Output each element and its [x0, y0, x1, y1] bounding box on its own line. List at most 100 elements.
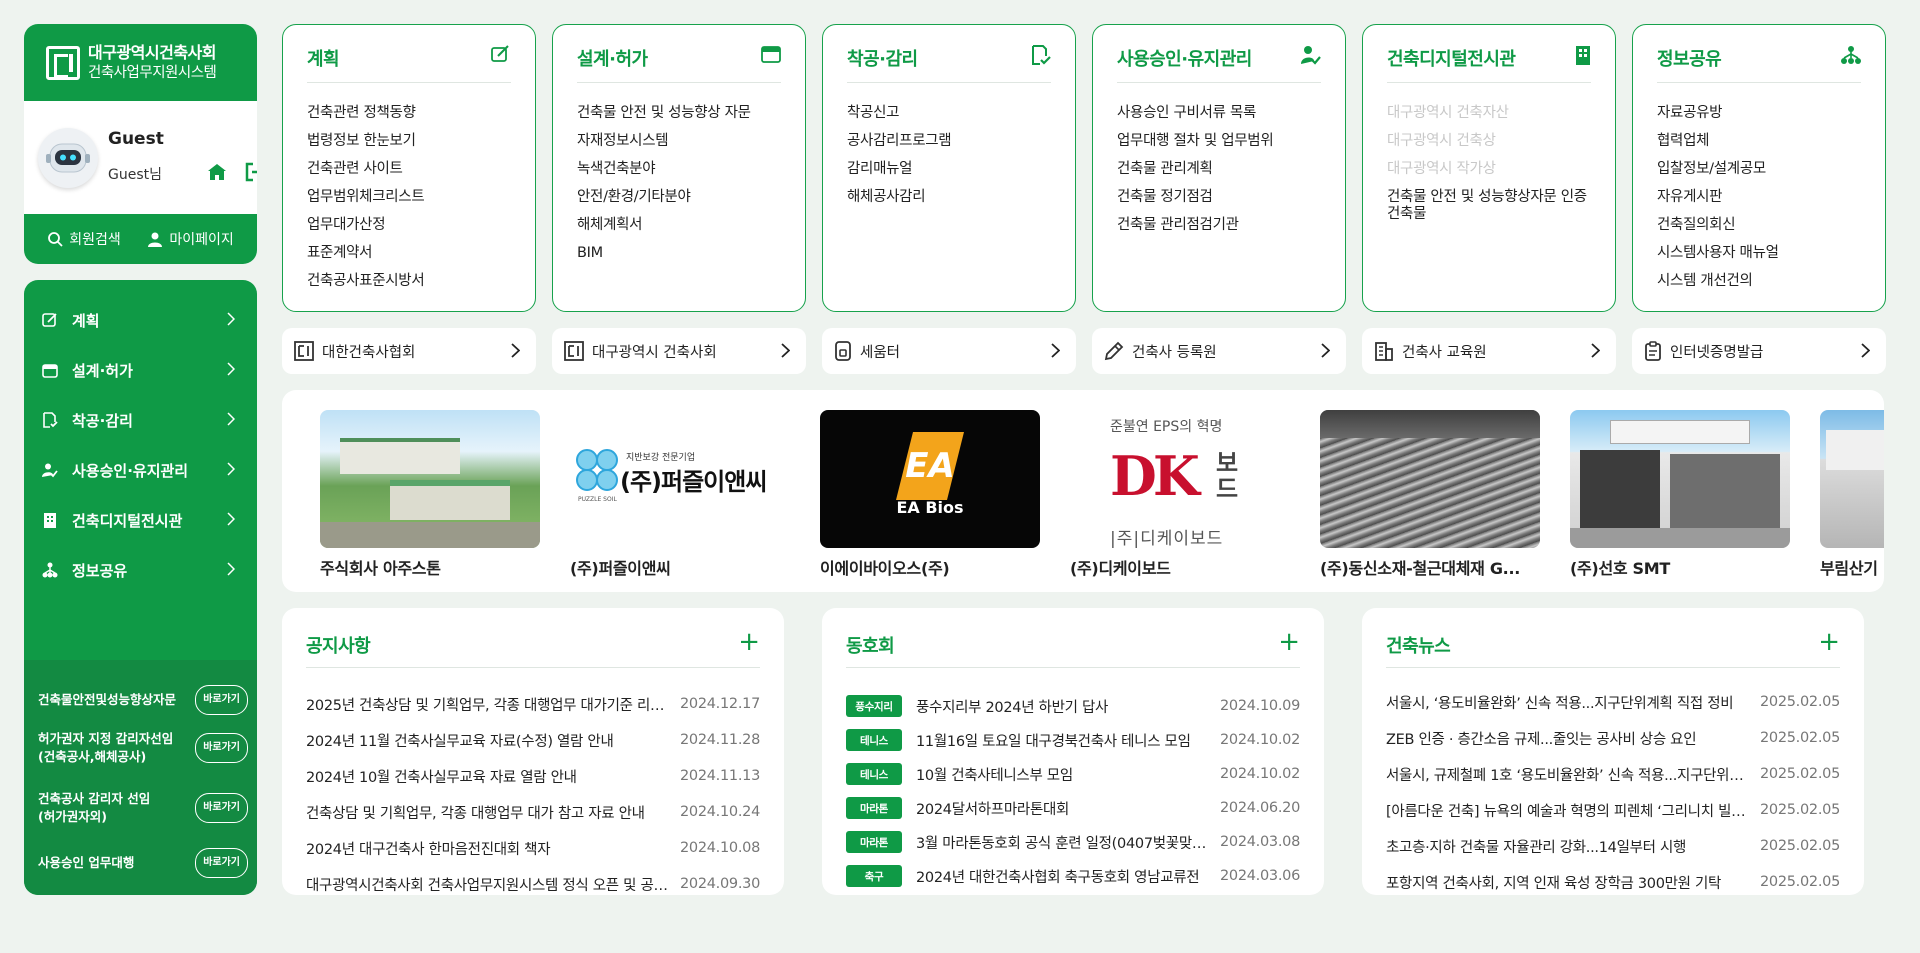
- sidebar-item-label: 설계·허가: [72, 361, 133, 380]
- menu-title[interactable]: 계획: [307, 45, 340, 71]
- quick-link-daegu-association[interactable]: 대구광역시 건축사회: [552, 328, 806, 374]
- list-item[interactable]: 2024년 10월 건축사실무교육 자료 열람 안내 2024.11.13: [306, 758, 760, 794]
- menu-link[interactable]: 사용승인 구비서류 목록: [1117, 99, 1335, 127]
- menu-link[interactable]: 건축물 관리점검기관: [1117, 211, 1335, 239]
- menu-title[interactable]: 정보공유: [1657, 45, 1722, 71]
- post-date: 2024.11.28: [679, 732, 760, 748]
- list-item[interactable]: ZEB 인증 · 층간소음 규제...줄잇는 공사비 상승 요인 2025.02.…: [1386, 720, 1840, 756]
- menu-link[interactable]: 안전/환경/기타분야: [577, 183, 795, 211]
- mypage-button[interactable]: 마이페이지: [147, 229, 234, 249]
- shortcut-construction-supervisor[interactable]: 건축공사 감리자 선임 (허가권자외) 바로가기: [38, 790, 248, 826]
- menu-link[interactable]: 건축물 정기점검: [1117, 183, 1335, 211]
- menu-link[interactable]: 건축공사표준시방서: [307, 267, 525, 295]
- menu-title[interactable]: 착공·감리: [847, 45, 918, 71]
- go-button[interactable]: 바로가기: [195, 733, 248, 763]
- go-button[interactable]: 바로가기: [195, 793, 248, 823]
- shortcut-designated-supervisor[interactable]: 허가권자 지정 감리자선임 (건축공사,해체공사) 바로가기: [38, 730, 248, 766]
- plus-icon[interactable]: +: [738, 629, 760, 667]
- partner-card[interactable]: (주)선호 SMT: [1570, 410, 1790, 579]
- quick-link-certificate[interactable]: 인터넷증명발급: [1632, 328, 1886, 374]
- plus-icon[interactable]: +: [1278, 629, 1300, 667]
- category-badge: 테니스: [846, 729, 902, 751]
- list-item[interactable]: 2024년 대구건축사 한마음전진대회 책자 2024.10.08: [306, 830, 760, 866]
- post-date: 2024.10.08: [679, 840, 760, 856]
- shortcut-safety-consult[interactable]: 건축물안전및성능향상자문 바로가기: [38, 685, 248, 715]
- menu-link[interactable]: 자유게시판: [1657, 183, 1875, 211]
- post-date: 2025.02.05: [1759, 694, 1840, 710]
- menu-link[interactable]: 건축질의회신: [1657, 211, 1875, 239]
- menu-title[interactable]: 설계·허가: [577, 45, 648, 71]
- logout-icon[interactable]: [244, 162, 257, 186]
- shortcut-approval-agency[interactable]: 사용승인 업무대행 바로가기: [38, 848, 248, 878]
- menu-link[interactable]: 업무범위체크리스트: [307, 183, 525, 211]
- list-item[interactable]: 축구 2024년 대한건축사협회 축구동호회 영남교류전 2024.03.06: [846, 858, 1300, 894]
- partner-card[interactable]: 부림산기: [1820, 410, 1884, 579]
- list-item[interactable]: 서울시, 규제철폐 1호 ‘용도비율완화’ 신속 적용...지구단위계획 정비 2…: [1386, 756, 1840, 792]
- go-button[interactable]: 바로가기: [195, 848, 248, 878]
- menu-link[interactable]: 해체계획서: [577, 211, 795, 239]
- menu-title[interactable]: 사용승인·유지관리: [1117, 45, 1252, 71]
- sidebar-item-info-share[interactable]: 정보공유: [24, 545, 257, 595]
- list-item[interactable]: 풍수지리 풍수지리부 2024년 하반기 답사 2024.10.09: [846, 688, 1300, 724]
- menu-link[interactable]: 녹색건축분야: [577, 155, 795, 183]
- list-item[interactable]: 마라톤 2024달서하프마라톤대회 2024.06.20: [846, 790, 1300, 826]
- menu-link[interactable]: 표준계약서: [307, 239, 525, 267]
- list-item[interactable]: 2025년 건축상담 및 기획업무, 각종 대행업무 대가기준 리플렛 2024.…: [306, 686, 760, 722]
- robot-avatar-icon: [46, 143, 90, 172]
- partner-card[interactable]: EA EA Bios 이에이바이오스(주): [820, 410, 1040, 579]
- partner-card[interactable]: 지반보강 전문기업 (주)퍼즐이앤씨 PUZZLE SOIL (주)퍼즐이앤씨: [570, 410, 790, 579]
- menu-link[interactable]: 시스템사용자 매뉴얼: [1657, 239, 1875, 267]
- sidebar-item-construction[interactable]: 착공·감리: [24, 395, 257, 445]
- home-icon[interactable]: [207, 162, 227, 186]
- menu-link[interactable]: 착공신고: [847, 99, 1065, 127]
- list-item[interactable]: 대구광역시건축사회 건축사업무지원시스템 정식 오픈 및 공지사항 2024.09…: [306, 866, 760, 902]
- menu-link[interactable]: 건축물 안전 및 성능향상자문 인증건축물: [1387, 183, 1587, 223]
- list-item[interactable]: 포항지역 건축사회, 지역 인재 육성 장학금 300만원 기탁 2025.02.…: [1386, 864, 1840, 900]
- list-item[interactable]: 건축상담 및 기획업무, 각종 대행업무 대가 참고 자료 안내 2024.10.…: [306, 794, 760, 830]
- quick-link-kira[interactable]: 대한건축사협회: [282, 328, 536, 374]
- sidebar-item-design[interactable]: 설계·허가: [24, 345, 257, 395]
- quick-link-education[interactable]: 건축사 교육원: [1362, 328, 1616, 374]
- menu-link[interactable]: 건축관련 정책동향: [307, 99, 525, 127]
- list-item[interactable]: 서울시, ‘용도비율완화’ 신속 적용...지구단위계획 직접 정비 2025.0…: [1386, 684, 1840, 720]
- menu-link[interactable]: 업무대행 절차 및 업무범위: [1117, 127, 1335, 155]
- menu-link[interactable]: 해체공사감리: [847, 183, 1065, 211]
- menu-link[interactable]: 건축물 관리계획: [1117, 155, 1335, 183]
- menu-link[interactable]: 법령정보 한눈보기: [307, 127, 525, 155]
- list-item[interactable]: 테니스 10월 건축사테니스부 모임 2024.10.02: [846, 756, 1300, 792]
- quick-link-registration[interactable]: 건축사 등록원: [1092, 328, 1346, 374]
- partner-card[interactable]: 준불연 EPS의 혁명 DK 보드 |주|디케이보드 (주)디케이보드: [1070, 410, 1290, 579]
- menu-link[interactable]: 자료공유방: [1657, 99, 1875, 127]
- menu-link[interactable]: 건축물 안전 및 성능향상 자문: [577, 99, 795, 127]
- quick-link-seumter[interactable]: 세움터: [822, 328, 1076, 374]
- list-item[interactable]: 초고층·지하 건축물 자율관리 강화...14일부터 시행 2025.02.05: [1386, 828, 1840, 864]
- sidebar-item-digital-gallery[interactable]: 건축디지털전시관: [24, 495, 257, 545]
- menu-link[interactable]: 건축관련 사이트: [307, 155, 525, 183]
- menu-card-design: 설계·허가 건축물 안전 및 성능향상 자문 자재정보시스템 녹색건축분야 안전…: [552, 24, 806, 312]
- dk-logo-text: |주|디케이보드: [1110, 529, 1224, 548]
- go-button[interactable]: 바로가기: [195, 685, 248, 715]
- list-item[interactable]: 테니스 11월16일 토요일 대구경북건축사 테니스 모임 2024.10.02: [846, 722, 1300, 758]
- menu-link[interactable]: 시스템 개선건의: [1657, 267, 1875, 295]
- menu-link[interactable]: 감리매뉴얼: [847, 155, 1065, 183]
- partner-card[interactable]: 주식회사 아주스톤: [320, 410, 540, 579]
- menu-link[interactable]: BIM: [577, 239, 795, 267]
- sidebar-item-approval[interactable]: 사용승인·유지관리: [24, 445, 257, 495]
- menu-link[interactable]: 공사감리프로그램: [847, 127, 1065, 155]
- menu-link[interactable]: 자재정보시스템: [577, 127, 795, 155]
- plus-icon[interactable]: +: [1818, 629, 1840, 667]
- list-item[interactable]: [아름다운 건축] 뉴욕의 예술과 혁명의 피렌체 ‘그리니치 빌리지’ 2025…: [1386, 792, 1840, 828]
- chevron-right-icon: [227, 562, 236, 580]
- menu-link[interactable]: 협력업체: [1657, 127, 1875, 155]
- brand-header[interactable]: 대구광역시건축사회 건축사업무지원시스템: [24, 24, 257, 101]
- post-title: 포항지역 건축사회, 지역 인재 육성 장학금 300만원 기탁: [1386, 875, 1722, 892]
- member-search-button[interactable]: 회원검색: [47, 229, 121, 249]
- menu-title[interactable]: 건축디지털전시관: [1387, 45, 1516, 71]
- menu-link[interactable]: 업무대가산정: [307, 211, 525, 239]
- sidebar-item-label: 정보공유: [72, 561, 128, 580]
- list-item[interactable]: 2024년 11월 건축사실무교육 자료(수정) 열람 안내 2024.11.28: [306, 722, 760, 758]
- sidebar-item-plan[interactable]: 계획: [24, 295, 257, 345]
- partner-card[interactable]: (주)동신소재-철근대체재 G...: [1320, 410, 1540, 579]
- list-item[interactable]: 마라톤 3월 마라톤동호회 공식 훈련 일정(0407벚꽃맞이) 2024.03.0…: [846, 824, 1300, 860]
- menu-link[interactable]: 입찰정보/설계공모: [1657, 155, 1875, 183]
